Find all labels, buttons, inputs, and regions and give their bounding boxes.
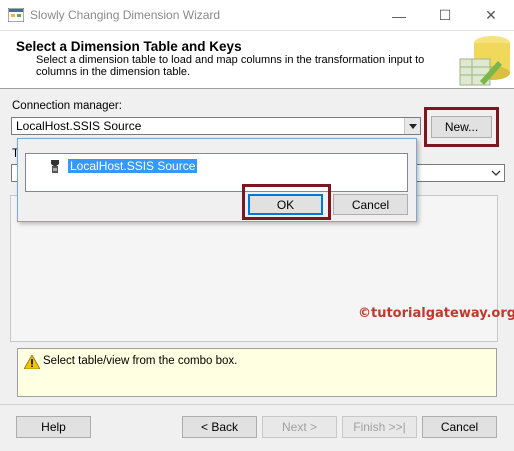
ok-button[interactable]: OK xyxy=(248,194,323,215)
connection-manager-combo[interactable]: LocalHost.SSIS Source xyxy=(11,117,421,135)
minimize-icon: — xyxy=(392,7,406,24)
new-button-label: New... xyxy=(444,120,479,134)
connection-icon xyxy=(51,160,59,173)
back-button-label: < Back xyxy=(200,420,239,434)
title-bar: Slowly Changing Dimension Wizard — ☐ ✕ xyxy=(0,0,514,31)
wizard-header: Select a Dimension Table and Keys Select… xyxy=(0,31,514,89)
connection-manager-label: Connection manager: xyxy=(12,100,122,112)
chevron-down-icon[interactable] xyxy=(404,118,420,134)
wizard-banner-icon xyxy=(459,36,510,86)
warning-icon xyxy=(24,355,40,369)
chevron-down-icon[interactable] xyxy=(488,165,504,181)
close-icon: ✕ xyxy=(485,7,497,23)
ok-button-label: OK xyxy=(276,197,295,212)
next-button[interactable]: Next > xyxy=(262,416,337,438)
finish-button-label: Finish >>| xyxy=(353,420,406,434)
watermark: ©tutorialgateway.org xyxy=(358,306,514,321)
popup-cancel-button[interactable]: Cancel xyxy=(333,194,408,215)
connection-manager-value: LocalHost.SSIS Source xyxy=(16,119,142,133)
maximize-icon: ☐ xyxy=(438,7,452,23)
connection-list[interactable]: LocalHost.SSIS Source xyxy=(25,153,408,192)
page-title: Select a Dimension Table and Keys xyxy=(16,39,242,54)
cancel-button[interactable]: Cancel xyxy=(422,416,497,438)
maximize-button[interactable]: ☐ xyxy=(422,0,468,31)
back-button[interactable]: < Back xyxy=(182,416,257,438)
help-button-label: Help xyxy=(41,420,66,434)
close-window-button[interactable]: ✕ xyxy=(468,0,514,31)
status-panel: Select table/view from the combo box. xyxy=(17,348,497,397)
popup-cancel-label: Cancel xyxy=(351,197,390,212)
app-icon xyxy=(8,8,24,22)
new-connection-button[interactable]: New... xyxy=(431,116,492,138)
cancel-button-label: Cancel xyxy=(440,420,479,434)
help-button[interactable]: Help xyxy=(16,416,91,438)
minimize-button[interactable]: — xyxy=(376,0,422,31)
window-title: Slowly Changing Dimension Wizard xyxy=(30,8,221,22)
list-item[interactable]: LocalHost.SSIS Source xyxy=(68,159,198,173)
page-description: Select a dimension table to load and map… xyxy=(36,54,425,78)
connection-picker-dialog: LocalHost.SSIS Source OK Cancel xyxy=(17,138,417,222)
status-message: Select table/view from the combo box. xyxy=(43,355,238,367)
finish-button[interactable]: Finish >>| xyxy=(342,416,417,438)
next-button-label: Next > xyxy=(281,420,317,434)
